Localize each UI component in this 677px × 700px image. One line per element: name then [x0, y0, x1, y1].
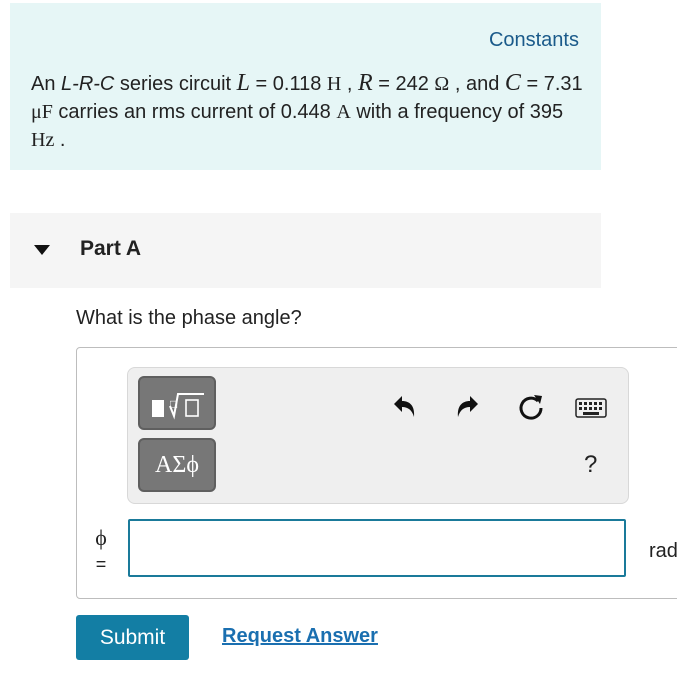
problem-statement: Constants An L-R-C series circuit L = 0.… [10, 3, 601, 170]
unit-label: rad [649, 540, 677, 562]
problem-text: An L-R-C series circuit L = 0.118 H , R … [31, 70, 583, 151]
reset-icon[interactable] [516, 392, 546, 422]
answer-panel: □ ΑΣϕ ? ϕ = rad [76, 347, 677, 599]
answer-input[interactable] [128, 519, 626, 577]
greek-symbols-button[interactable]: ΑΣϕ [138, 438, 216, 492]
math-toolbar: □ ΑΣϕ ? [127, 367, 629, 504]
request-answer-link[interactable]: Request Answer [222, 625, 378, 648]
undo-icon[interactable] [390, 393, 418, 421]
part-a-header[interactable]: Part A [10, 213, 601, 288]
templates-button[interactable]: □ [138, 376, 216, 430]
templates-icon: □ [152, 393, 204, 420]
help-button[interactable]: ? [584, 451, 597, 479]
submit-button[interactable]: Submit [76, 615, 189, 660]
part-title: Part A [80, 237, 142, 260]
keyboard-icon[interactable] [575, 398, 607, 418]
redo-icon[interactable] [454, 393, 482, 421]
constants-link[interactable]: Constants [489, 29, 579, 52]
answer-variable-label: ϕ = [95, 525, 107, 574]
question-text: What is the phase angle? [76, 307, 302, 329]
collapse-caret-icon[interactable] [34, 245, 50, 255]
